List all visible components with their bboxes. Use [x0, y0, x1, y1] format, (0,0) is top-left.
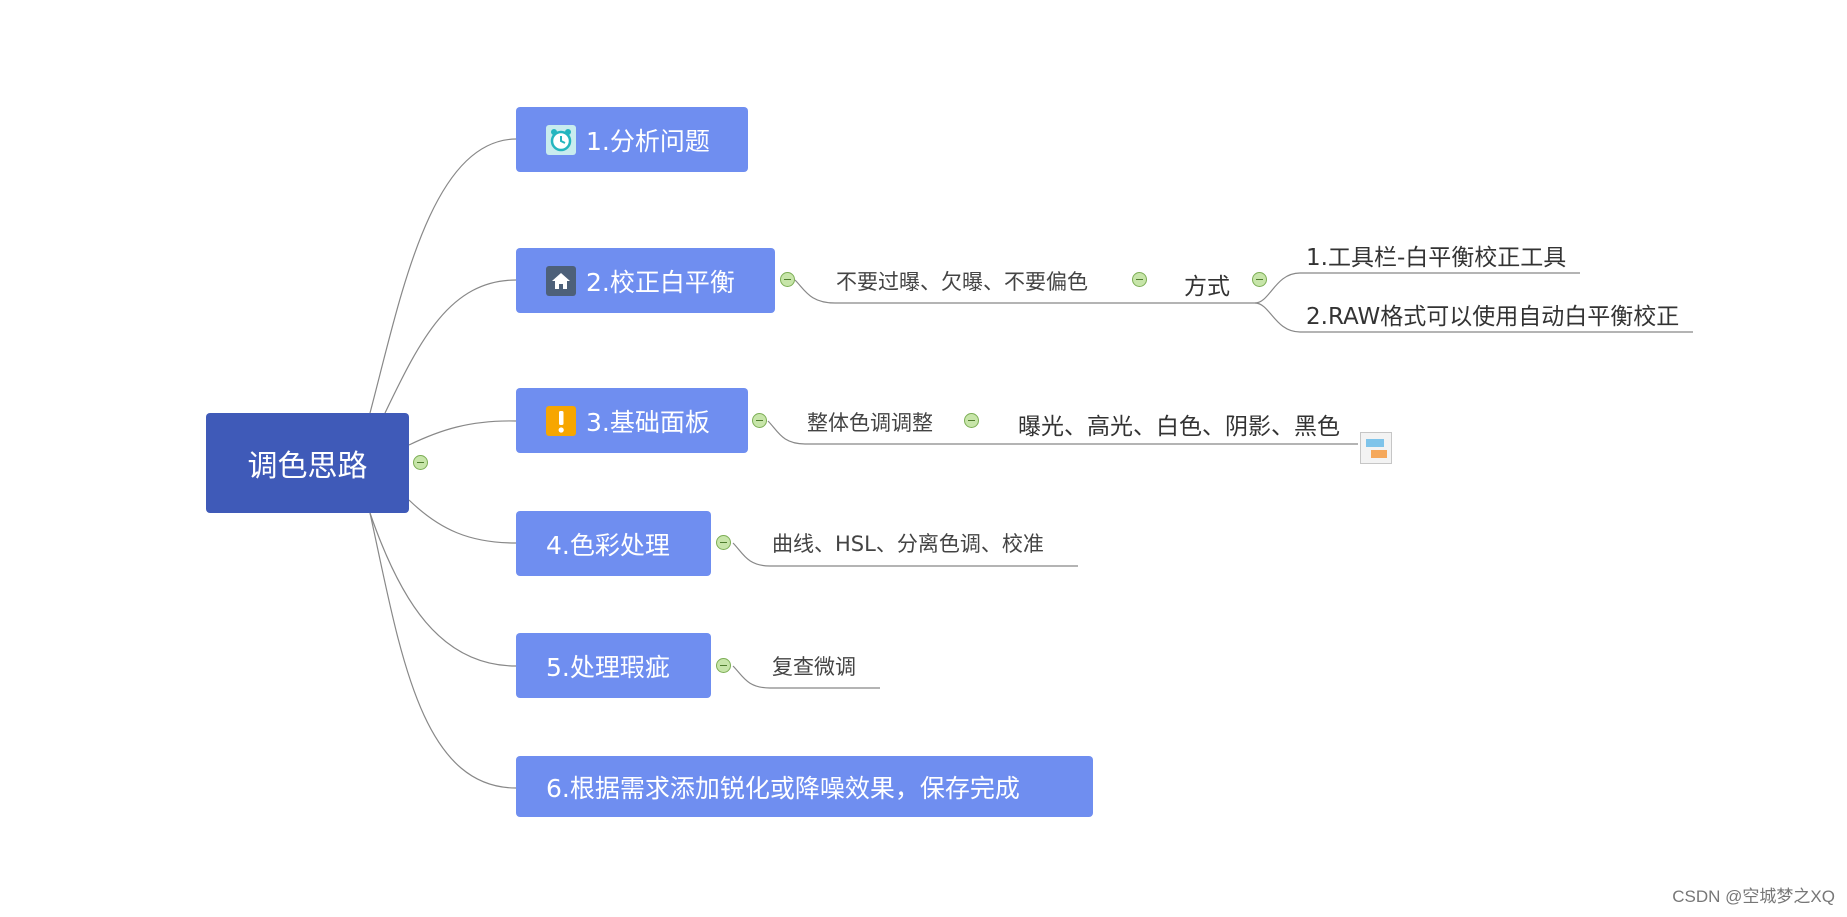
connector-branch-2 — [384, 279, 517, 414]
branch-6-label: 6.根据需求添加锐化或降噪效果，保存完成 — [546, 773, 1020, 803]
branch-4-topic[interactable]: 4.色彩处理 — [516, 511, 711, 576]
branch-4-collapse-button[interactable] — [716, 535, 731, 550]
watermark: CSDN @空城梦之XQ — [1672, 887, 1835, 906]
exclamation-icon — [546, 405, 576, 436]
b2-child-label: 不要过曝、欠曝、不要偏色 — [836, 270, 1088, 294]
root-collapse-button[interactable] — [413, 455, 428, 470]
b3-child-label: 整体色调调整 — [807, 411, 933, 435]
branch-2-label: 2.校正白平衡 — [586, 267, 735, 297]
branch-5-collapse-button[interactable] — [716, 658, 731, 673]
b2-item-2-label: 2.RAW格式可以使用自动白平衡校正 — [1306, 304, 1680, 330]
alarm-clock-icon — [546, 124, 576, 155]
connector-branch-6 — [369, 512, 517, 789]
branch-2-collapse-button[interactable] — [780, 272, 795, 287]
branch-3-label: 3.基础面板 — [586, 407, 710, 437]
branch-1-label: 1.分析问题 — [586, 126, 710, 156]
home-icon — [546, 265, 576, 296]
branch-3-topic[interactable]: 3.基础面板 — [516, 388, 748, 453]
branch-6-topic[interactable]: 6.根据需求添加锐化或降噪效果，保存完成 — [516, 756, 1093, 817]
root-label: 调色思路 — [247, 449, 368, 484]
branch-4-label: 4.色彩处理 — [546, 530, 670, 560]
branch-5-label: 5.处理瑕疵 — [546, 652, 670, 682]
connector-branch-4 — [408, 499, 517, 544]
branch-3-collapse-button[interactable] — [752, 413, 767, 428]
connector-branch-3 — [408, 420, 517, 446]
b2-item-1-label: 1.工具栏-白平衡校正工具 — [1306, 245, 1567, 271]
b4-child-label: 曲线、HSL、分离色调、校准 — [772, 532, 1044, 556]
connector-branch-1 — [369, 138, 517, 414]
b2-child-collapse-button[interactable] — [1132, 272, 1147, 287]
branch-5-topic[interactable]: 5.处理瑕疵 — [516, 633, 711, 698]
b3-child-collapse-button[interactable] — [964, 413, 979, 428]
note-icon[interactable] — [1360, 432, 1392, 464]
root-topic[interactable]: 调色思路 — [206, 413, 409, 513]
branch-2-topic[interactable]: 2.校正白平衡 — [516, 248, 775, 313]
branch-1-topic[interactable]: 1.分析问题 — [516, 107, 748, 172]
b2-grandchild-label: 方式 — [1184, 274, 1230, 300]
connector-branch-5 — [369, 512, 517, 667]
b2-grandchild-collapse-button[interactable] — [1252, 272, 1267, 287]
b5-child-label: 复查微调 — [772, 655, 856, 679]
b3-grandchild-label: 曝光、高光、白色、阴影、黑色 — [1018, 414, 1340, 440]
